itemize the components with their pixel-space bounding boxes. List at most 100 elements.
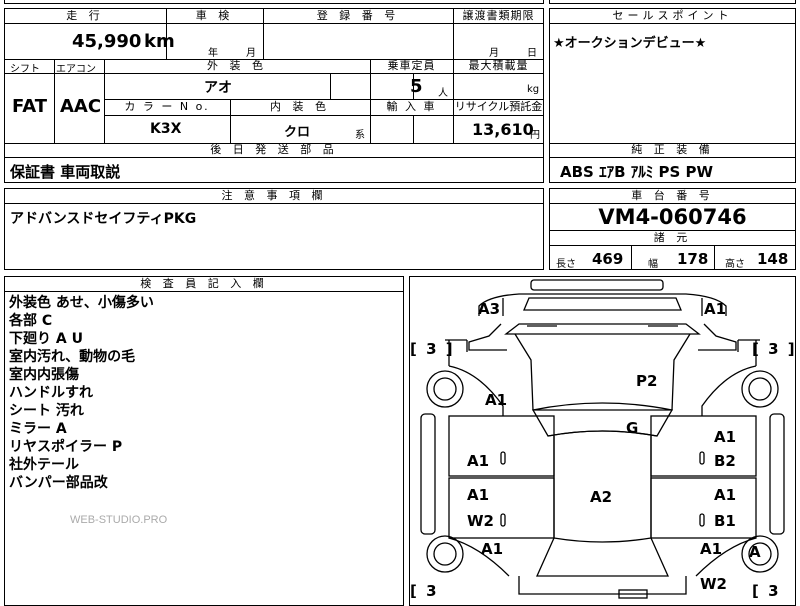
sales-point-box bbox=[549, 8, 796, 144]
mark-rear-door-right-top: A1 bbox=[714, 486, 737, 504]
chassis-label: 車 台 番 号 bbox=[631, 189, 714, 202]
notes-text: アドバンスドセイフティPKG bbox=[10, 211, 197, 227]
mark-rear-door-right-bottom: B1 bbox=[714, 512, 736, 530]
inspector-line: 各部 C bbox=[9, 313, 53, 329]
front-wheel-right bbox=[741, 370, 779, 408]
inspector-line: リヤスポイラー P bbox=[9, 439, 123, 455]
inspector-line: 室内汚れ、動物の毛 bbox=[9, 349, 136, 365]
transfer-deadline-label: 譲渡書類期限 bbox=[462, 9, 535, 22]
mileage-value: 45,990 bbox=[72, 31, 142, 52]
mileage-label: 走 行 bbox=[66, 9, 104, 22]
vehicle-info-table bbox=[4, 8, 544, 144]
mileage-unit: km bbox=[144, 31, 175, 52]
shift-label: シフト bbox=[10, 64, 40, 75]
recycle-label: リサイクル預託金 bbox=[454, 100, 543, 113]
mark-rear-right-bottom: W2 bbox=[700, 575, 727, 593]
inspector-lines: 外装色 あせ、小傷多い 各部 C 下廻り A U 室内汚れ、動物の毛 室内内張傷… bbox=[9, 294, 154, 492]
mark-fender-left: A1 bbox=[485, 391, 508, 409]
width-value: 178 bbox=[677, 250, 709, 268]
sales-point-text: ★オークションデビュー★ bbox=[553, 36, 707, 51]
mirror-right bbox=[698, 323, 737, 351]
mark-windshield: G bbox=[626, 419, 639, 437]
inspector-line: シート 汚れ bbox=[9, 403, 84, 419]
mark-bracket-left: [ 3 ] bbox=[410, 340, 455, 358]
shift-value: FAT bbox=[12, 96, 48, 117]
equipment-label: 純 正 装 備 bbox=[631, 143, 714, 156]
sales-cutoff-strip bbox=[549, 0, 796, 4]
interior-color-value: クロ bbox=[284, 125, 311, 140]
mark-front-left: A3 bbox=[478, 300, 501, 318]
mark-hood: P2 bbox=[636, 372, 658, 390]
hood-outline bbox=[478, 293, 727, 316]
front-door-right bbox=[650, 415, 757, 477]
inspector-label: 検 査 員 記 入 欄 bbox=[140, 277, 268, 290]
inspector-line: ハンドルすれ bbox=[9, 385, 93, 401]
interior-color-label: 内 装 色 bbox=[270, 100, 330, 113]
mark-bracket-bottom-right: [ 3 bbox=[752, 582, 781, 600]
inspector-line: ミラー A bbox=[9, 421, 67, 437]
front-wheel-left bbox=[426, 370, 464, 408]
inspector-line: 室内内張傷 bbox=[9, 367, 79, 383]
watermark: WEB-STUDIO.PRO bbox=[70, 514, 168, 526]
inspector-line: 下廻り A U bbox=[9, 331, 83, 347]
transfer-day: 日 bbox=[527, 48, 537, 59]
hood-panel bbox=[514, 333, 691, 411]
registration-label: 登 録 番 号 bbox=[316, 9, 400, 22]
equipment-text: ABS ｴｱB ｱﾙﾐ PS PW bbox=[560, 163, 714, 181]
sales-point-label: セールスポイント bbox=[612, 9, 733, 22]
capacity-label: 乗車定員 bbox=[387, 59, 436, 72]
interior-suffix: 系 bbox=[355, 130, 365, 141]
mark-front-door-left: A1 bbox=[467, 452, 490, 470]
length-label: 長さ bbox=[556, 259, 576, 270]
rear-door-right bbox=[650, 477, 757, 539]
aircon-label: エアコン bbox=[56, 64, 96, 75]
recycle-unit: 円 bbox=[530, 130, 540, 141]
length-value: 469 bbox=[592, 250, 624, 268]
exterior-color-label: 外 装 色 bbox=[207, 59, 267, 72]
inspection-month: 月 bbox=[246, 48, 256, 59]
color-no-label: カ ラ ー N o. bbox=[124, 100, 210, 113]
inspector-line: 社外テール bbox=[9, 457, 79, 473]
notes-label: 注 意 事 項 欄 bbox=[221, 189, 327, 202]
inspection-label: 車 検 bbox=[195, 9, 234, 22]
import-label: 輸 入 車 bbox=[386, 100, 437, 113]
top-cutoff-strip bbox=[4, 0, 544, 4]
mark-bracket-right: [ 3 ] bbox=[752, 340, 797, 358]
inspector-line: 外装色 あせ、小傷多い bbox=[9, 295, 154, 311]
mirror-left bbox=[468, 323, 507, 351]
inspection-year: 年 bbox=[208, 48, 218, 59]
front-bumper-bar bbox=[530, 279, 664, 291]
front-grille bbox=[523, 297, 682, 311]
mark-front-door-right-bottom: B2 bbox=[714, 452, 736, 470]
capacity-value: 5 bbox=[410, 76, 423, 97]
rear-door-left bbox=[448, 477, 555, 539]
exterior-color-value: アオ bbox=[204, 80, 232, 96]
capacity-unit: 人 bbox=[438, 88, 448, 99]
mark-roof: A2 bbox=[590, 488, 613, 506]
mark-rear-door-left-bottom: W2 bbox=[467, 512, 494, 530]
height-label: 高さ bbox=[725, 259, 745, 270]
rear-window bbox=[535, 537, 670, 577]
front-door-left bbox=[448, 415, 555, 477]
aircon-value: AAC bbox=[60, 96, 102, 117]
mark-rear-wheel-right: A bbox=[749, 543, 761, 561]
mark-rear-fender-left: A1 bbox=[481, 540, 504, 558]
dimensions-label: 諸 元 bbox=[653, 231, 692, 244]
later-parts-text: 保証書 車両取説 bbox=[10, 163, 121, 181]
max-load-unit: kg bbox=[527, 84, 540, 95]
later-parts-label: 後 日 発 送 部 品 bbox=[210, 143, 338, 156]
chassis-value: VM4-060746 bbox=[598, 205, 747, 229]
width-label: 幅 bbox=[648, 259, 658, 270]
mark-bracket-bottom-left: [ 3 bbox=[410, 582, 439, 600]
height-value: 148 bbox=[757, 250, 789, 268]
mark-front-door-right-top: A1 bbox=[714, 428, 737, 446]
mark-front-right: A1 bbox=[704, 300, 727, 318]
color-no-value: K3X bbox=[150, 121, 182, 137]
inspector-line: バンパー部品改 bbox=[9, 475, 108, 491]
mark-rear-fender-right: A1 bbox=[700, 540, 723, 558]
recycle-value: 13,610 bbox=[472, 120, 534, 139]
max-load-label: 最大積載量 bbox=[468, 59, 529, 72]
mark-rear-door-left-top: A1 bbox=[467, 486, 490, 504]
transfer-month: 月 bbox=[489, 48, 499, 59]
car-diagram bbox=[420, 279, 785, 599]
